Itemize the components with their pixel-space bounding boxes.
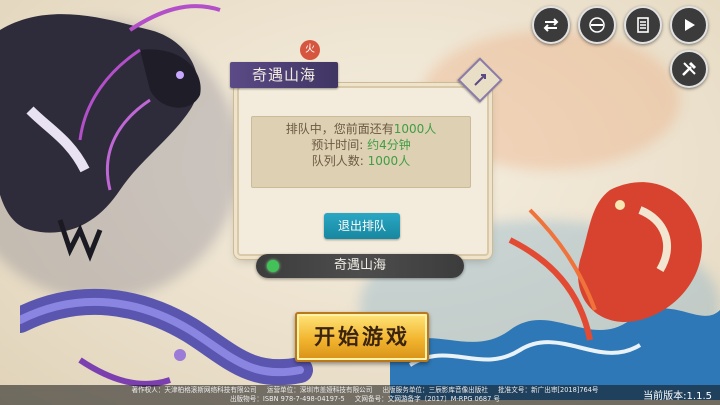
tools-icon (682, 61, 697, 76)
credits-line-1: 著作权人：天津柏格滚斯网络科技有限公司 运营单位：深圳市盖娅科技有限公司 出版服… (95, 386, 635, 395)
credits-line-2: 出版物号：ISBN 978-7-498-04197-5 文网备号：文网游备字〔2… (95, 395, 635, 404)
top-right-toolbar (532, 6, 708, 44)
notice-icon (637, 17, 649, 33)
exit-queue-button[interactable]: 退出排队 (324, 213, 400, 239)
eta-value: 约4分钟 (367, 138, 411, 152)
tools-button[interactable] (670, 50, 708, 88)
switch-account-icon (543, 18, 559, 32)
queue-dialog: 排队中，您前面还有1000人 预计时间: 约4分钟 队列人数: 1000人 退出… (237, 86, 489, 256)
notice-button[interactable] (624, 6, 662, 44)
switch-account-button[interactable] (532, 6, 570, 44)
menu-button[interactable] (578, 6, 616, 44)
play-video-icon (685, 19, 695, 31)
server-name: 奇遇山海 (333, 258, 386, 273)
queue-position-label: 排队中，您前面还有 (285, 122, 394, 136)
dialog-title: 奇遇山海 (230, 62, 338, 88)
queue-info-box: 排队中，您前面还有1000人 预计时间: 约4分钟 队列人数: 1000人 (251, 116, 471, 188)
credit-approval: 批准文号：新广出审[2018]764号 (498, 386, 599, 394)
queue-size-value: 1000人 (367, 154, 411, 168)
menu-icon (589, 17, 605, 33)
play-video-button[interactable] (670, 6, 708, 44)
server-status-dot (267, 260, 279, 272)
server-selector[interactable]: 奇遇山海 (256, 254, 464, 278)
credit-publisher: 出版服务单位：三辰影库音像出版社 (382, 386, 488, 394)
credit-filing: 文网备号：文网游备字〔2017〕M-RPG 0687 号 (354, 395, 501, 403)
start-game-button[interactable]: 开始游戏 (295, 312, 429, 362)
queue-size-line: 队列人数: 1000人 (252, 153, 470, 169)
credit-copyright: 著作权人：天津柏格滚斯网络科技有限公司 (131, 386, 257, 394)
queue-position-count: 1000人 (393, 122, 437, 136)
credit-operator: 运营单位：深圳市盖娅科技有限公司 (266, 386, 373, 394)
close-icon (474, 74, 486, 86)
eta-label: 预计时间: (311, 138, 364, 152)
publisher-credits: 著作权人：天津柏格滚斯网络科技有限公司 运营单位：深圳市盖娅科技有限公司 出版服… (95, 386, 635, 404)
dialog-seal: 火 (300, 40, 320, 60)
queue-position-line: 排队中，您前面还有1000人 (252, 121, 470, 137)
credit-isbn: 出版物号：ISBN 978-7-498-04197-5 (229, 395, 345, 403)
version-label: 当前版本:1.1.5 (643, 391, 712, 402)
queue-size-label: 队列人数: (311, 154, 364, 168)
eta-line: 预计时间: 约4分钟 (252, 137, 470, 153)
